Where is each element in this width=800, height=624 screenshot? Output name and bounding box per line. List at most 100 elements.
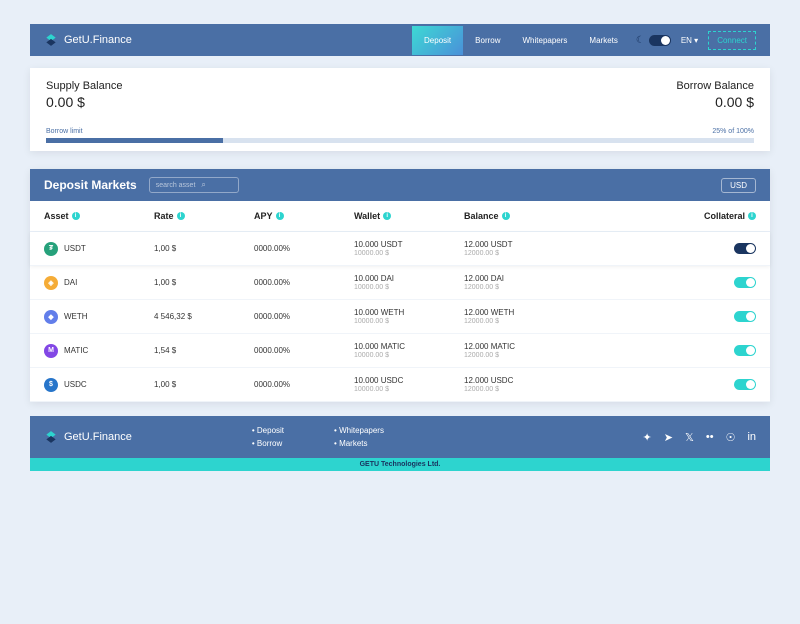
borrow-limit-pct: 25% of 100% (712, 128, 754, 135)
asset-symbol: USDC (64, 380, 87, 389)
footer-deposit[interactable]: • Deposit (252, 426, 284, 435)
asset-symbol: USDT (64, 244, 86, 253)
supply-value: 0.00 $ (46, 94, 122, 110)
col-apy: APY (254, 211, 273, 221)
wallet-cell: 10.000 USDC10000.00 $ (354, 376, 464, 393)
borrow-limit-bar (46, 138, 754, 143)
brand-logo[interactable]: GetU.Finance (44, 33, 132, 47)
borrow-balance: Borrow Balance 0.00 $ (676, 80, 754, 110)
discord-icon[interactable]: ✦ (643, 431, 652, 444)
deposit-markets: Deposit Markets search asset ⌕ USD Asset… (30, 169, 770, 402)
apy-cell: 0000.00% (254, 346, 354, 355)
info-icon[interactable]: i (72, 212, 80, 220)
connect-button[interactable]: Connect (708, 31, 756, 50)
footer-links: • Deposit • Borrow • Whitepapers • Marke… (252, 426, 384, 448)
coin-icon: ◆ (44, 310, 58, 324)
col-balance: Balance (464, 211, 499, 221)
info-icon[interactable]: i (276, 212, 284, 220)
wallet-cell: 10.000 DAI10000.00 $ (354, 274, 464, 291)
logo-icon (44, 430, 58, 444)
coin-icon: $ (44, 378, 58, 392)
currency-select[interactable]: USD (721, 178, 756, 193)
balance-cell: 12.000 USDT12000.00 $ (464, 240, 584, 257)
col-rate: Rate (154, 211, 174, 221)
rate-cell: 1,00 $ (154, 244, 254, 253)
footer-markets[interactable]: • Markets (334, 439, 384, 448)
table-row[interactable]: M MATIC 1,54 $0000.00%10.000 MATIC10000.00… (30, 334, 770, 368)
apy-cell: 0000.00% (254, 380, 354, 389)
rate-cell: 1,00 $ (154, 278, 254, 287)
moon-icon: ☾ (636, 35, 645, 46)
supply-balance: Supply Balance 0.00 $ (46, 80, 122, 110)
col-collateral: Collateral (704, 211, 745, 221)
markets-table: Asseti Ratei APYi Walleti Balancei Colla… (30, 201, 770, 402)
coin-icon: M (44, 344, 58, 358)
reddit-icon[interactable]: ☉ (726, 431, 736, 444)
collateral-toggle[interactable] (734, 311, 756, 322)
table-header: Asseti Ratei APYi Walleti Balancei Colla… (30, 201, 770, 232)
logo-icon (44, 33, 58, 47)
footer: GetU.Finance • Deposit • Borrow • Whitep… (30, 416, 770, 458)
nav-borrow[interactable]: Borrow (465, 26, 510, 55)
search-icon: ⌕ (201, 180, 205, 190)
footer-logo[interactable]: GetU.Finance (44, 430, 132, 444)
borrow-limit-label: Borrow limit (46, 128, 83, 135)
social-icons: ✦ ➤ 𝕏 •• ☉ in (643, 431, 756, 444)
wallet-cell: 10.000 WETH10000.00 $ (354, 308, 464, 325)
info-icon[interactable]: i (748, 212, 756, 220)
coin-icon: ₮ (44, 242, 58, 256)
linkedin-icon[interactable]: in (747, 431, 756, 444)
theme-switch[interactable] (649, 35, 671, 46)
nav-whitepapers[interactable]: Whitepapers (513, 26, 578, 55)
lang-select[interactable]: EN ▾ (681, 36, 698, 45)
markets-header: Deposit Markets search asset ⌕ USD (30, 169, 770, 201)
nav-deposit[interactable]: Deposit (412, 26, 463, 55)
borrow-label: Borrow Balance (676, 80, 754, 92)
rate-cell: 1,00 $ (154, 380, 254, 389)
theme-toggle[interactable]: ☾ (636, 35, 671, 46)
asset-symbol: DAI (64, 278, 77, 287)
telegram-icon[interactable]: ➤ (664, 431, 673, 444)
col-wallet: Wallet (354, 211, 380, 221)
medium-icon[interactable]: •• (706, 431, 714, 444)
balance-cell: 12.000 DAI12000.00 $ (464, 274, 584, 291)
table-row[interactable]: ₮ USDT 1,00 $0000.00%10.000 USDT10000.00 $… (30, 232, 770, 266)
apy-cell: 0000.00% (254, 278, 354, 287)
header: GetU.Finance Deposit Borrow Whitepapers … (30, 24, 770, 56)
search-placeholder: search asset (156, 182, 196, 189)
nav-right: ☾ EN ▾ Connect (636, 31, 756, 50)
supply-label: Supply Balance (46, 80, 122, 92)
search-input[interactable]: search asset ⌕ (149, 177, 239, 193)
table-row[interactable]: ◆ WETH 4 546,32 $0000.00%10.000 WETH10000.… (30, 300, 770, 334)
col-asset: Asset (44, 211, 69, 221)
balance-card: Supply Balance 0.00 $ Borrow Balance 0.0… (30, 68, 770, 151)
asset-symbol: WETH (64, 312, 88, 321)
apy-cell: 0000.00% (254, 312, 354, 321)
footer-whitepapers[interactable]: • Whitepapers (334, 426, 384, 435)
nav-markets[interactable]: Markets (579, 26, 627, 55)
footer-brand: GetU.Finance (64, 431, 132, 443)
collateral-toggle[interactable] (734, 243, 756, 254)
footer-borrow[interactable]: • Borrow (252, 439, 284, 448)
twitter-icon[interactable]: 𝕏 (685, 431, 694, 444)
collateral-toggle[interactable] (734, 345, 756, 356)
balance-cell: 12.000 WETH12000.00 $ (464, 308, 584, 325)
asset-symbol: MATIC (64, 346, 88, 355)
brand-name: GetU.Finance (64, 34, 132, 46)
coin-icon: ◈ (44, 276, 58, 290)
info-icon[interactable]: i (177, 212, 185, 220)
copyright: GETU Technologies Ltd. (30, 458, 770, 471)
collateral-toggle[interactable] (734, 379, 756, 390)
table-row[interactable]: $ USDC 1,00 $0000.00%10.000 USDC10000.00 $… (30, 368, 770, 402)
table-row[interactable]: ◈ DAI 1,00 $0000.00%10.000 DAI10000.00 $12… (30, 266, 770, 300)
rate-cell: 4 546,32 $ (154, 312, 254, 321)
info-icon[interactable]: i (502, 212, 510, 220)
apy-cell: 0000.00% (254, 244, 354, 253)
borrow-value: 0.00 $ (676, 94, 754, 110)
info-icon[interactable]: i (383, 212, 391, 220)
collateral-toggle[interactable] (734, 277, 756, 288)
wallet-cell: 10.000 USDT10000.00 $ (354, 240, 464, 257)
wallet-cell: 10.000 MATIC10000.00 $ (354, 342, 464, 359)
rate-cell: 1,54 $ (154, 346, 254, 355)
markets-title: Deposit Markets (44, 178, 137, 192)
